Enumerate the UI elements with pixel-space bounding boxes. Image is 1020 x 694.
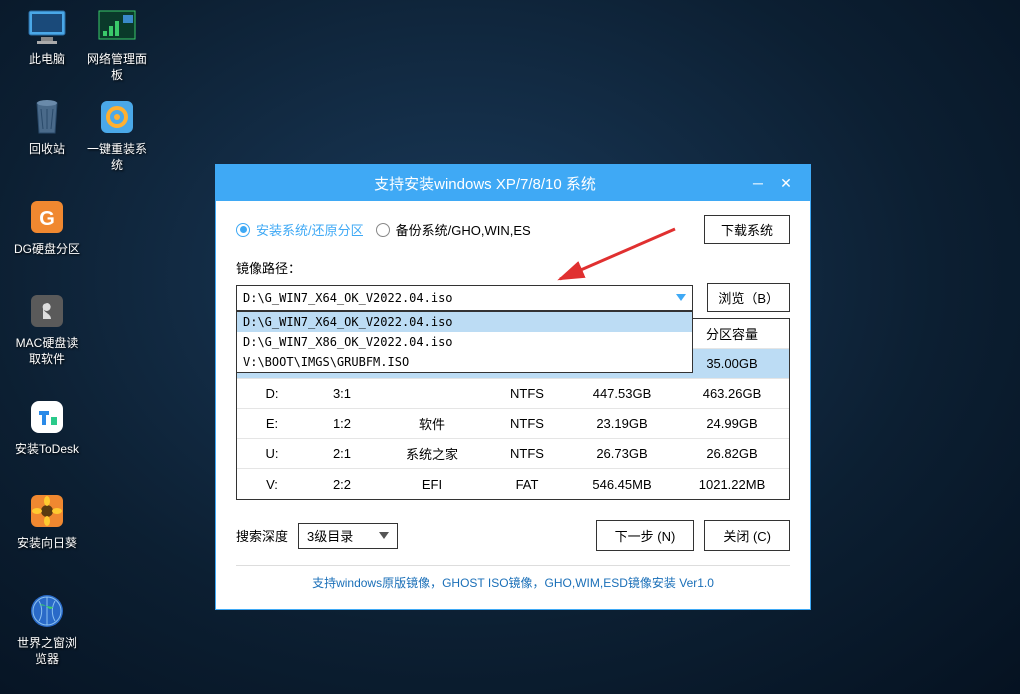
depth-label: 搜索深度 xyxy=(236,526,288,545)
sunflower-icon xyxy=(26,490,68,532)
combo-option[interactable]: V:\BOOT\IMGS\GRUBFM.ISO xyxy=(237,352,692,372)
table-row[interactable]: U:2:1系统之家NTFS26.73GB26.82GB xyxy=(237,439,789,469)
dialog-title: 支持安装windows XP/7/8/10 系统 xyxy=(226,173,744,194)
combo-value: D:\G_WIN7_X64_OK_V2022.04.iso xyxy=(243,291,453,305)
table-row[interactable]: V:2:2EFIFAT546.45MB1021.22MB xyxy=(237,469,789,499)
radio-install[interactable]: 安装系统/还原分区 xyxy=(236,220,364,239)
radio-dot-icon xyxy=(376,223,390,237)
desktop-icon-recycle-bin[interactable]: 回收站 xyxy=(12,96,82,158)
image-path-combo[interactable]: D:\G_WIN7_X64_OK_V2022.04.iso D:\G_WIN7_… xyxy=(236,285,693,311)
desktop-icon-dg[interactable]: G DG硬盘分区 xyxy=(12,196,82,258)
dg-icon: G xyxy=(26,196,68,238)
monitor-icon xyxy=(26,6,68,48)
next-button[interactable]: 下一步 (N) xyxy=(596,520,695,551)
globe-icon xyxy=(26,590,68,632)
browse-button[interactable]: 浏览（B） xyxy=(707,283,790,312)
radio-backup[interactable]: 备份系统/GHO,WIN,ES xyxy=(376,220,531,239)
desktop-icon-reinstall[interactable]: 一键重装系统 xyxy=(82,96,152,173)
todesk-icon xyxy=(26,396,68,438)
desktop-icon-mac-disk[interactable]: MAC硬盘读取软件 xyxy=(12,290,82,367)
combo-dropdown: D:\G_WIN7_X64_OK_V2022.04.iso D:\G_WIN7_… xyxy=(236,311,693,373)
combo-option[interactable]: D:\G_WIN7_X64_OK_V2022.04.iso xyxy=(237,312,692,332)
desktop-icon-todesk[interactable]: 安装ToDesk xyxy=(12,396,82,458)
download-button[interactable]: 下载系统 xyxy=(704,215,790,244)
desktop-icon-network-panel[interactable]: 网络管理面板 xyxy=(82,6,152,83)
chevron-down-icon xyxy=(676,294,686,301)
close-dialog-button[interactable]: 关闭 (C) xyxy=(704,520,790,551)
desktop-icon-this-pc[interactable]: 此电脑 xyxy=(12,6,82,68)
titlebar[interactable]: 支持安装windows XP/7/8/10 系统 ─ ✕ xyxy=(216,165,810,201)
table-row[interactable]: D:3:1NTFS447.53GB463.26GB xyxy=(237,379,789,409)
desktop-icon-sunflower[interactable]: 安装向日葵 xyxy=(12,490,82,552)
table-row[interactable]: E:1:2软件NTFS23.19GB24.99GB xyxy=(237,409,789,439)
depth-select[interactable]: 3级目录 xyxy=(298,523,398,549)
gear-icon xyxy=(96,96,138,138)
install-dialog: 支持安装windows XP/7/8/10 系统 ─ ✕ 安装系统/还原分区 备… xyxy=(215,164,811,610)
chevron-down-icon xyxy=(379,532,389,539)
mac-disk-icon xyxy=(26,290,68,332)
radio-dot-icon xyxy=(236,223,250,237)
combo-option[interactable]: D:\G_WIN7_X86_OK_V2022.04.iso xyxy=(237,332,692,352)
close-button[interactable]: ✕ xyxy=(772,171,800,195)
minimize-button[interactable]: ─ xyxy=(744,171,772,195)
footer-text: 支持windows原版镜像，GHOST ISO镜像，GHO,WIM,ESD镜像安… xyxy=(236,565,790,599)
path-label: 镜像路径： xyxy=(236,258,790,277)
network-icon xyxy=(96,6,138,48)
svg-text:G: G xyxy=(39,208,55,230)
desktop-icon-world-browser[interactable]: 世界之窗浏览器 xyxy=(12,590,82,667)
trash-icon xyxy=(26,96,68,138)
